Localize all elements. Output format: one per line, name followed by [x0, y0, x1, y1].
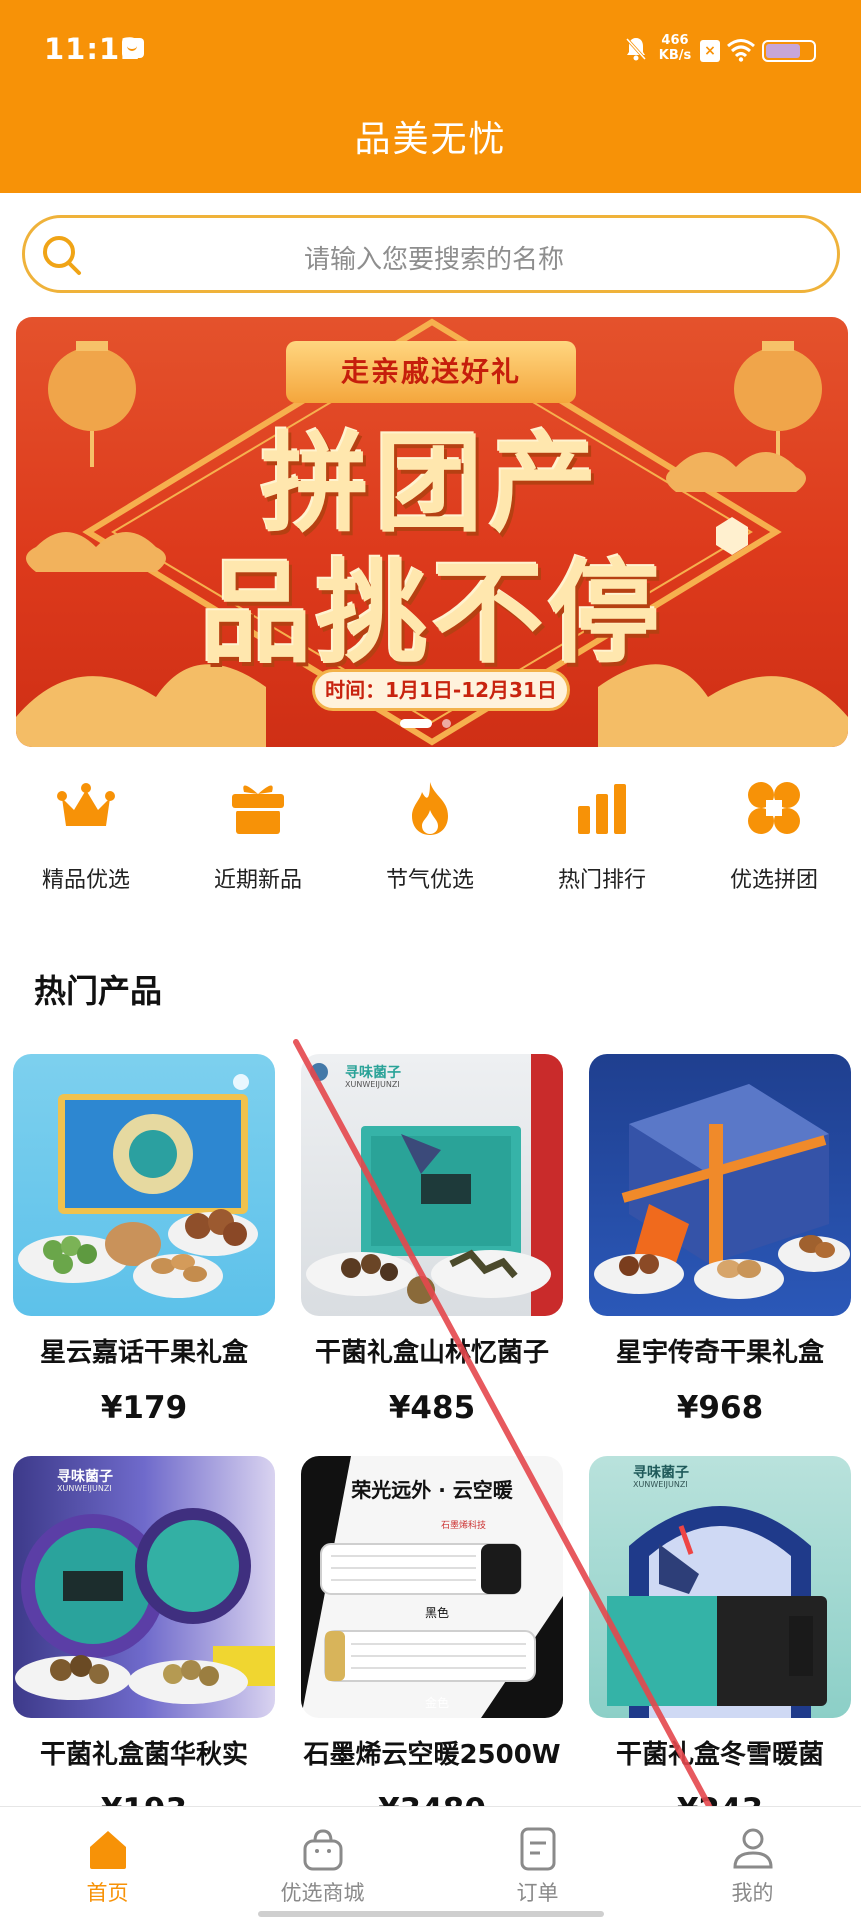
app-screen: 11:12 466 KB/s × 品美无忧 请输入您要搜索的名称 走亲戚送好礼 …	[0, 0, 861, 1920]
heater-title: 荣光远外 · 云空暖	[351, 1478, 513, 1502]
mushroom-round-box-image	[15, 1508, 275, 1704]
product-image[interactable]: 荣光远外 · 云空暖 石墨烯科技 黑色 金色	[301, 1456, 563, 1718]
category-item-seasonal[interactable]: 节气优选	[344, 772, 516, 902]
header: 11:12 466 KB/s × 品美无忧	[0, 0, 861, 193]
product-image[interactable]: 寻味菌子 XUNWEIJUNZI	[301, 1054, 563, 1316]
profile-icon	[733, 1828, 773, 1869]
pagination-dot-active[interactable]	[400, 719, 432, 728]
category-item-group-buy[interactable]: 优选拼团	[688, 772, 860, 902]
bell-muted-icon	[625, 37, 647, 61]
sim-icon: ×	[700, 40, 720, 62]
tab-label: 优选商城	[280, 1881, 365, 1905]
category-item-featured[interactable]: 精品优选	[0, 772, 172, 902]
banner-headline-2: 品挑不停	[200, 549, 664, 679]
flame-icon	[412, 782, 448, 835]
network-speed-value: 466	[661, 33, 689, 48]
page-title: 品美无忧	[354, 119, 507, 160]
banner-time: 时间：1月1日-12月31日	[312, 669, 570, 711]
crown-icon	[57, 783, 115, 826]
product-image[interactable]: 寻味菌子 XUNWEIJUNZI	[13, 1456, 275, 1718]
category-label: 优选拼团	[729, 868, 818, 893]
nut-gift-box-image	[18, 1074, 258, 1298]
tab-label: 我的	[731, 1881, 774, 1905]
product-card[interactable]: 星云嘉话干果礼盒 ¥179	[13, 1054, 275, 1454]
mushroom-box-image	[607, 1506, 827, 1718]
category-grid: 精品优选 近期新品 节气优选 热门排行 优选拼团	[0, 772, 861, 902]
product-name: 干菌礼盒菌华秋实	[39, 1740, 248, 1770]
section-title: 热门产品	[34, 972, 163, 1010]
category-label: 热门排行	[557, 868, 646, 893]
tab-orders[interactable]: 订单	[430, 1807, 645, 1920]
brand-label-en: XUNWEIJUNZI	[633, 1480, 688, 1489]
battery-level	[766, 44, 800, 58]
product-name: 干菌礼盒山林忆菌子	[314, 1338, 549, 1368]
gift-icon	[232, 785, 284, 834]
product-card[interactable]: 荣光远外 · 云空暖 石墨烯科技 黑色 金色 石墨烯云空暖2500W ¥3480	[301, 1456, 563, 1856]
product-name: 石墨烯云空暖2500W	[303, 1740, 561, 1770]
product-image[interactable]	[13, 1054, 275, 1316]
bar-chart-icon	[578, 784, 626, 834]
brand-label: 寻味菌子	[633, 1465, 689, 1481]
search-placeholder: 请输入您要搜索的名称	[303, 245, 564, 275]
nut-gift-case-image	[594, 1084, 850, 1299]
search-input[interactable]: 请输入您要搜索的名称	[22, 215, 840, 293]
tab-profile[interactable]: 我的	[645, 1807, 860, 1920]
product-name: 干菌礼盒冬雪暖菌	[615, 1740, 824, 1770]
category-label: 节气优选	[385, 868, 474, 893]
product-price: ¥485	[388, 1390, 476, 1426]
category-item-ranking[interactable]: 热门排行	[516, 772, 688, 902]
brand-label-en: XUNWEIJUNZI	[57, 1484, 112, 1493]
bottom-tab-bar: 首页 优选商城 订单 我的	[0, 1806, 861, 1920]
category-label: 近期新品	[213, 868, 302, 893]
banner-ribbon: 走亲戚送好礼	[286, 341, 576, 403]
promo-banner[interactable]: 走亲戚送好礼 拼团产 品挑不停 时间：1月1日-12月31日	[16, 317, 848, 747]
home-icon	[90, 1831, 126, 1869]
product-card[interactable]: 寻味菌子 XUNWEIJUNZI 干菌礼盒冬雪暖菌 ¥243	[589, 1456, 851, 1856]
tab-label: 首页	[86, 1881, 129, 1905]
product-card[interactable]: 星宇传奇干果礼盒 ¥968	[589, 1054, 851, 1454]
message-notification-icon	[122, 38, 144, 58]
brand-label: 寻味菌子	[57, 1469, 113, 1485]
group-grid-icon	[748, 782, 800, 834]
product-name: 星宇传奇干果礼盒	[615, 1338, 824, 1368]
network-speed: 466 KB/s	[657, 33, 693, 63]
product-card[interactable]: 寻味菌子 XUNWEIJUNZI 干菌礼盒山林忆菌子 ¥485	[301, 1054, 563, 1454]
category-label: 精品优选	[41, 868, 130, 893]
product-image[interactable]	[589, 1054, 851, 1316]
category-item-new[interactable]: 近期新品	[172, 772, 344, 902]
shopping-bag-icon	[303, 1829, 343, 1871]
banner-pagination[interactable]	[400, 718, 480, 730]
battery-icon	[762, 40, 816, 62]
product-price: ¥179	[100, 1390, 188, 1426]
tab-home[interactable]: 首页	[0, 1807, 215, 1920]
brand-label-en: XUNWEIJUNZI	[345, 1080, 400, 1089]
mushroom-gift-box-image	[306, 1054, 563, 1316]
network-speed-unit: KB/s	[658, 48, 692, 63]
product-image[interactable]: 寻味菌子 XUNWEIJUNZI	[589, 1456, 851, 1718]
heater-color-black: 黑色	[425, 1606, 450, 1620]
brand-label: 寻味菌子	[345, 1065, 401, 1081]
order-list-icon	[520, 1827, 556, 1871]
tab-mall[interactable]: 优选商城	[215, 1807, 430, 1920]
pagination-dot[interactable]	[442, 719, 451, 728]
product-card[interactable]: 寻味菌子 XUNWEIJUNZI 干菌礼盒菌华秋实 ¥193	[13, 1456, 275, 1856]
product-name: 星云嘉话干果礼盒	[39, 1338, 248, 1368]
heater-subtitle: 石墨烯科技	[441, 1521, 487, 1531]
status-bar: 11:12 466 KB/s ×	[0, 0, 861, 100]
product-price: ¥968	[676, 1390, 764, 1426]
tab-label: 订单	[516, 1881, 559, 1905]
wifi-icon	[727, 39, 755, 62]
heater-color-gold: 金色	[425, 1696, 450, 1710]
home-indicator[interactable]	[258, 1911, 604, 1917]
